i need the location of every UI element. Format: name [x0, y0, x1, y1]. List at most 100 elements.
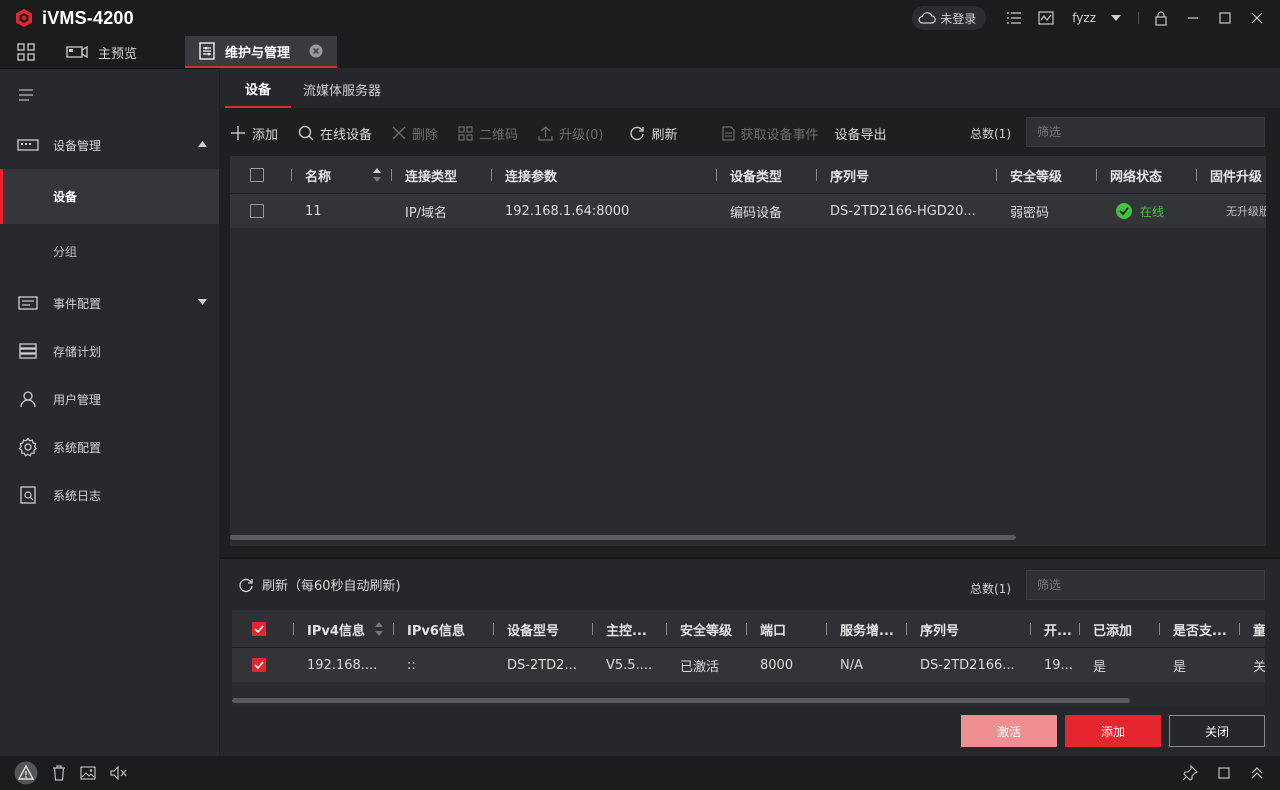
qrcode-button[interactable]: 二维码	[458, 124, 518, 143]
activate-button[interactable]: 激活	[961, 715, 1057, 747]
window-mode-button[interactable]	[1218, 767, 1230, 779]
alarm-button[interactable]	[14, 761, 38, 785]
column-header-dev-type[interactable]: 设备类型	[716, 156, 782, 194]
column-header-extra[interactable]: 童	[1239, 610, 1265, 648]
caret-down-icon	[198, 299, 207, 305]
checkbox-checked[interactable]	[252, 622, 266, 636]
add-device-button[interactable]: 添加	[230, 124, 278, 143]
header-label: 主控...	[606, 623, 647, 639]
search-icon	[298, 125, 314, 141]
sort-icon[interactable]	[375, 621, 383, 637]
sidebar-item-group[interactable]: 分组	[0, 224, 219, 279]
tab-bar: 主预览 维护与管理	[0, 36, 1280, 68]
image-button[interactable]	[80, 766, 96, 780]
column-header-security[interactable]: 安全等级	[996, 156, 1063, 194]
close-window-button[interactable]	[1246, 7, 1268, 29]
monitor-button[interactable]	[1035, 7, 1057, 29]
sidebar-item-device-manage[interactable]: 设备管理	[0, 121, 219, 169]
column-header-conn-type[interactable]: 连接类型	[391, 156, 457, 194]
table-row[interactable]: 11 IP/域名 192.168.1.64:8000 编码设备 DS-2TD21…	[230, 194, 1266, 228]
get-device-events-button[interactable]: 获取设备事件	[721, 124, 819, 143]
cloud-login-button[interactable]: 未登录	[912, 6, 987, 30]
select-all-checkbox[interactable]	[250, 156, 264, 194]
tab-close-button[interactable]	[309, 44, 323, 58]
column-header-name[interactable]: 名称	[291, 156, 331, 194]
document-icon	[721, 125, 735, 141]
table-row[interactable]: 192.168.... :: DS-2TD2... V5.5.... 已激活 8…	[232, 648, 1265, 682]
column-header-serial[interactable]: 序列号	[816, 156, 869, 194]
app-title: iVMS-4200	[42, 7, 134, 28]
subtab-stream-server[interactable]: 流媒体服务器	[291, 71, 401, 108]
sidebar-item-label: 存储计划	[53, 344, 102, 359]
mute-button[interactable]	[110, 766, 128, 780]
collapse-panel-button[interactable]	[1250, 766, 1264, 780]
header-label: 设备型号	[507, 623, 560, 639]
sidebar-item-event-config[interactable]: 事件配置	[0, 279, 219, 327]
tab-maintenance[interactable]: 维护与管理	[185, 36, 337, 68]
header-label: IPv6信息	[407, 623, 465, 639]
row-checkbox[interactable]	[250, 194, 264, 228]
cell-serial: DS-2TD2166...	[920, 657, 1015, 673]
task-list-button[interactable]	[1003, 7, 1025, 29]
minimize-button[interactable]	[1182, 7, 1204, 29]
column-header-open[interactable]: 开...	[1030, 610, 1072, 648]
column-header-ipv4[interactable]: IPv4信息	[293, 610, 365, 648]
tab-main-preview[interactable]: 主预览	[52, 36, 185, 68]
delete-button[interactable]: 删除	[392, 124, 438, 143]
online-filter-input[interactable]	[1026, 570, 1265, 600]
column-header-service[interactable]: 服务增...	[826, 610, 894, 648]
column-header-support[interactable]: 是否支...	[1159, 610, 1227, 648]
upgrade-button[interactable]: 升级(0)	[538, 124, 603, 143]
column-header-status[interactable]: 网络状态	[1096, 156, 1162, 194]
column-header-security[interactable]: 安全等级	[666, 610, 732, 648]
maximize-button[interactable]	[1214, 7, 1236, 29]
close-icon	[1251, 12, 1263, 24]
column-header-conn-param[interactable]: 连接参数	[491, 156, 557, 194]
refresh-button[interactable]: 刷新	[629, 124, 678, 143]
pulse-chart-icon	[1038, 11, 1054, 25]
warning-icon	[14, 761, 38, 785]
hamburger-icon	[19, 89, 33, 101]
column-header-port[interactable]: 端口	[746, 610, 786, 648]
device-table-header: 名称 连接类型 连接参数 设备类型 序列号 安全等级 网络状态 固件升级	[230, 156, 1266, 194]
header-label: 是否支...	[1173, 623, 1227, 639]
sidebar-item-storage-plan[interactable]: 存储计划	[0, 327, 219, 375]
column-header-added[interactable]: 已添加	[1079, 610, 1132, 648]
trash-button[interactable]	[52, 765, 66, 781]
subtab-device[interactable]: 设备	[225, 71, 292, 108]
checkbox[interactable]	[250, 204, 264, 218]
cell-firmware: 无升级版	[1226, 205, 1266, 218]
sidebar-item-label: 分组	[53, 245, 78, 259]
sidebar-item-system-config[interactable]: 系统配置	[0, 423, 219, 471]
user-menu-dropdown[interactable]	[1105, 7, 1127, 29]
select-all-checkbox[interactable]	[252, 610, 266, 648]
module-grid-button[interactable]	[0, 36, 52, 68]
checkbox-checked[interactable]	[252, 658, 266, 672]
column-header-ipv6[interactable]: IPv6信息	[393, 610, 465, 648]
auto-refresh-button[interactable]: 刷新（每60秒自动刷新)	[238, 575, 401, 594]
add-button[interactable]: 添加	[1065, 715, 1161, 747]
pin-button[interactable]	[1182, 765, 1198, 781]
column-header-serial[interactable]: 序列号	[906, 610, 959, 648]
column-header-model[interactable]: 设备型号	[493, 610, 560, 648]
sidebar-item-system-log[interactable]: 系统日志	[0, 471, 219, 519]
row-checkbox[interactable]	[252, 648, 266, 682]
online-table-scrollbar[interactable]	[232, 698, 1130, 703]
sidebar-item-user-manage[interactable]: 用户管理	[0, 375, 219, 423]
lock-button[interactable]	[1150, 7, 1172, 29]
column-header-main-control[interactable]: 主控...	[592, 610, 647, 648]
close-button[interactable]: 关闭	[1169, 715, 1265, 747]
header-label: 安全等级	[1010, 169, 1063, 185]
sidebar-item-device[interactable]: 设备	[0, 169, 219, 224]
sort-icon[interactable]	[373, 167, 381, 183]
device-filter-input[interactable]	[1026, 117, 1265, 147]
device-table-scrollbar[interactable]	[230, 535, 1016, 540]
gear-icon	[18, 437, 38, 457]
tab-label: 维护与管理	[225, 45, 291, 61]
checkbox[interactable]	[250, 168, 264, 182]
online-device-button[interactable]: 在线设备	[298, 124, 372, 143]
export-device-button[interactable]: 设备导出	[835, 124, 887, 143]
column-header-firmware[interactable]: 固件升级	[1196, 156, 1262, 194]
sidebar-toggle-button[interactable]	[0, 69, 219, 121]
user-name[interactable]: fyzz	[1072, 11, 1096, 25]
